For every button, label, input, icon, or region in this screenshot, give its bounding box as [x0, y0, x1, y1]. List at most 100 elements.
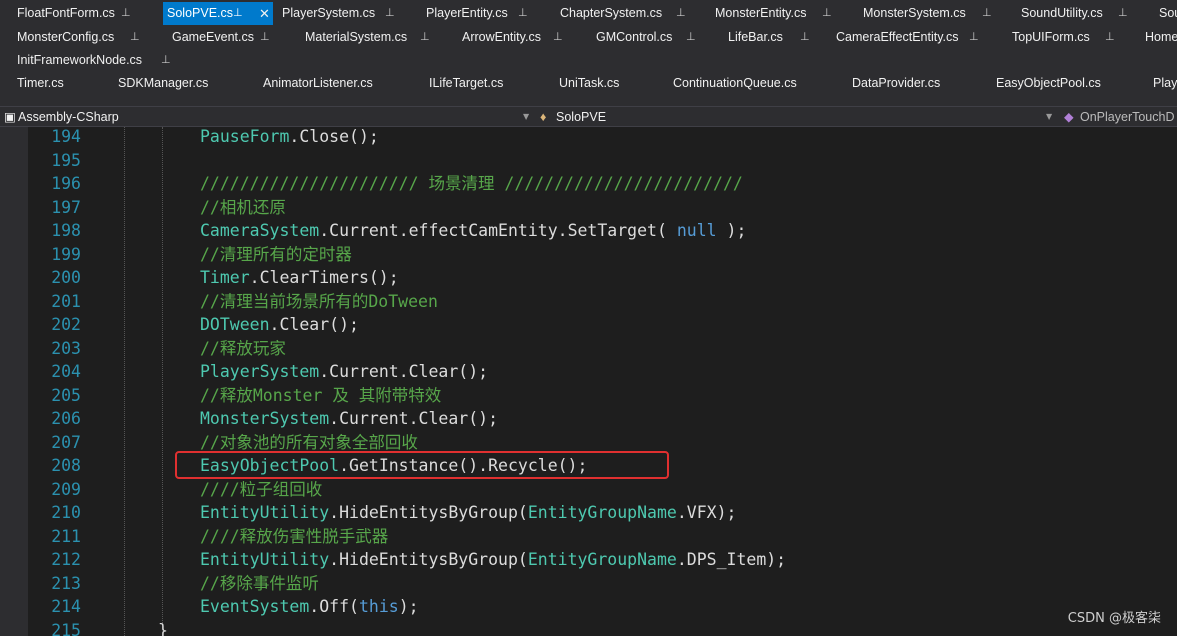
- code-text: PauseForm.Close();: [200, 127, 379, 149]
- code-token: EntityUtility: [200, 550, 330, 569]
- chevron-down-icon[interactable]: ▼: [523, 108, 529, 126]
- line-number: 203: [51, 338, 81, 358]
- code-token: .HideEntitysByGroup(: [329, 550, 528, 569]
- code-token: .Current.Clear();: [329, 409, 499, 428]
- pin-icon[interactable]: ⊥: [982, 2, 992, 25]
- pin-icon[interactable]: ⊥: [969, 26, 979, 49]
- project-dropdown[interactable]: Assembly-CSharp: [18, 108, 518, 126]
- code-token: }: [158, 620, 168, 636]
- tab-solopve-cs[interactable]: SoloPVE.cs: [163, 2, 273, 25]
- method-icon: ◆: [1064, 110, 1074, 124]
- code-token: PauseForm: [200, 127, 290, 146]
- code-text: CameraSystem.Current.effectCamEntity.Set…: [200, 219, 746, 243]
- line-number: 209: [51, 479, 81, 499]
- pin-icon[interactable]: ⊥: [676, 2, 686, 25]
- pin-icon[interactable]: ⊥: [233, 2, 243, 25]
- pin-icon[interactable]: ⊥: [553, 26, 563, 49]
- pin-icon[interactable]: ⊥: [130, 26, 140, 49]
- pin-icon[interactable]: ⊥: [161, 49, 171, 72]
- tab-label: GMControl.cs: [596, 30, 673, 44]
- tab-label: MonsterEntity.cs: [715, 6, 807, 20]
- line-number: 207: [51, 432, 81, 452]
- pin-icon[interactable]: ⊥: [518, 2, 528, 25]
- tab-monstersystem-cs[interactable]: MonsterSystem.cs: [863, 2, 966, 25]
- pin-icon[interactable]: ⊥: [686, 26, 696, 49]
- tab-floatfontform-cs[interactable]: FloatFontForm.cs: [17, 2, 115, 25]
- code-token: CameraSystem: [200, 221, 320, 240]
- tab-arrowentity-cs[interactable]: ArrowEntity.cs: [462, 26, 541, 49]
- tab-sdkmanager-cs[interactable]: SDKManager.cs: [118, 72, 208, 95]
- tab-label: ChapterSystem.cs: [560, 6, 663, 20]
- indent-guide: [124, 127, 125, 636]
- code-token: ////粒子组回收: [200, 479, 323, 499]
- tab-unitask-cs[interactable]: UniTask.cs: [559, 72, 619, 95]
- tab-gmcontrol-cs[interactable]: GMControl.cs: [596, 26, 672, 49]
- line-number: 205: [51, 385, 81, 405]
- code-token: );: [398, 597, 419, 616]
- tab-dataprovider-cs[interactable]: DataProvider.cs: [852, 72, 940, 95]
- tab-monsterentity-cs[interactable]: MonsterEntity.cs: [715, 2, 806, 25]
- line-number: 197: [51, 197, 81, 217]
- tab-label: PlayerEntity.cs: [426, 6, 508, 20]
- tab-animatorlistener-cs[interactable]: AnimatorListener.cs: [263, 72, 373, 95]
- tab-continuationqueue-cs[interactable]: ContinuationQueue.cs: [673, 72, 797, 95]
- code-token: null: [676, 221, 717, 240]
- code-token: //释放Monster 及 其附带特效: [200, 385, 442, 405]
- pin-icon[interactable]: ⊥: [1105, 26, 1115, 49]
- pin-icon[interactable]: ⊥: [822, 2, 832, 25]
- pin-icon[interactable]: ⊥: [385, 2, 395, 25]
- pin-icon[interactable]: ⊥: [800, 26, 810, 49]
- tab-soundutility-cs[interactable]: SoundUtility.cs: [1021, 2, 1103, 25]
- code-token: Timer: [200, 268, 250, 287]
- tab-playerentity-cs[interactable]: PlayerEntity.cs: [426, 2, 508, 25]
- code-text: //移除事件监听: [200, 572, 319, 596]
- tab-label: DataProvider.cs: [852, 76, 941, 90]
- tab-label: SoloPVE.cs: [167, 6, 234, 20]
- tab-cameraeffectentity-cs[interactable]: CameraEffectEntity.cs: [836, 26, 959, 49]
- code-token: //清理所有的定时器: [200, 244, 352, 264]
- pin-icon[interactable]: ⊥: [1118, 2, 1128, 25]
- code-editor[interactable]: 194 PauseForm.Close(); 195 196 /////////////…: [28, 127, 1177, 636]
- tab-label: SDKManager.cs: [118, 76, 209, 90]
- line-number: 200: [51, 268, 81, 287]
- close-icon[interactable]: ✕: [259, 2, 270, 25]
- code-text: //释放Monster 及 其附带特效: [200, 384, 441, 408]
- tab-gameevent-cs[interactable]: GameEvent.cs: [172, 26, 254, 49]
- chevron-down-icon[interactable]: ▼: [1046, 108, 1052, 126]
- class-dropdown[interactable]: SoloPVE: [556, 108, 1036, 126]
- pin-icon[interactable]: ⊥: [121, 2, 131, 25]
- line-number: 195: [51, 150, 81, 170]
- tab-home[interactable]: Home: [1145, 26, 1177, 49]
- tab-topuiform-cs[interactable]: TopUIForm.cs: [1012, 26, 1090, 49]
- tab-materialsystem-cs[interactable]: MaterialSystem.cs: [305, 26, 407, 49]
- tab-play[interactable]: Play: [1153, 72, 1177, 95]
- code-token: MonsterSystem: [200, 409, 330, 428]
- tab-chaptersystem-cs[interactable]: ChapterSystem.cs: [560, 2, 662, 25]
- code-token: .Close();: [289, 127, 379, 146]
- tab-timer-cs[interactable]: Timer.cs: [17, 72, 64, 95]
- code-text: ////粒子组回收: [200, 478, 322, 502]
- code-token: .HideEntitysByGroup(: [329, 503, 528, 522]
- tab-playersystem-cs[interactable]: PlayerSystem.cs: [282, 2, 375, 25]
- tab-label: Play: [1153, 76, 1177, 90]
- code-text: //清理所有的定时器: [200, 243, 352, 267]
- code-token: .Clear();: [269, 315, 359, 334]
- highlight-box: [175, 451, 669, 479]
- pin-icon[interactable]: ⊥: [260, 26, 270, 49]
- pin-icon[interactable]: ⊥: [420, 26, 430, 49]
- tab-sou[interactable]: Sou: [1159, 2, 1177, 25]
- tab-ilifetarget-cs[interactable]: ILifeTarget.cs: [429, 72, 503, 95]
- tab-label: FloatFontForm.cs: [17, 6, 115, 20]
- tab-easyobjectpool-cs[interactable]: EasyObjectPool.cs: [996, 72, 1101, 95]
- member-dropdown[interactable]: OnPlayerTouchD: [1080, 108, 1177, 126]
- line-number: 198: [51, 221, 81, 240]
- code-token: //释放玩家: [200, 338, 286, 358]
- tab-lifebar-cs[interactable]: LifeBar.cs: [728, 26, 783, 49]
- tab-label: UniTask.cs: [559, 76, 620, 90]
- left-toolbox-strip[interactable]: [0, 127, 11, 636]
- code-token: .DPS_Item);: [676, 550, 787, 569]
- tab-monsterconfig-cs[interactable]: MonsterConfig.cs: [17, 26, 114, 49]
- indent-guide: [162, 127, 163, 623]
- line-number: 211: [51, 526, 81, 546]
- tab-initframeworknode-cs[interactable]: InitFrameworkNode.cs: [17, 49, 142, 72]
